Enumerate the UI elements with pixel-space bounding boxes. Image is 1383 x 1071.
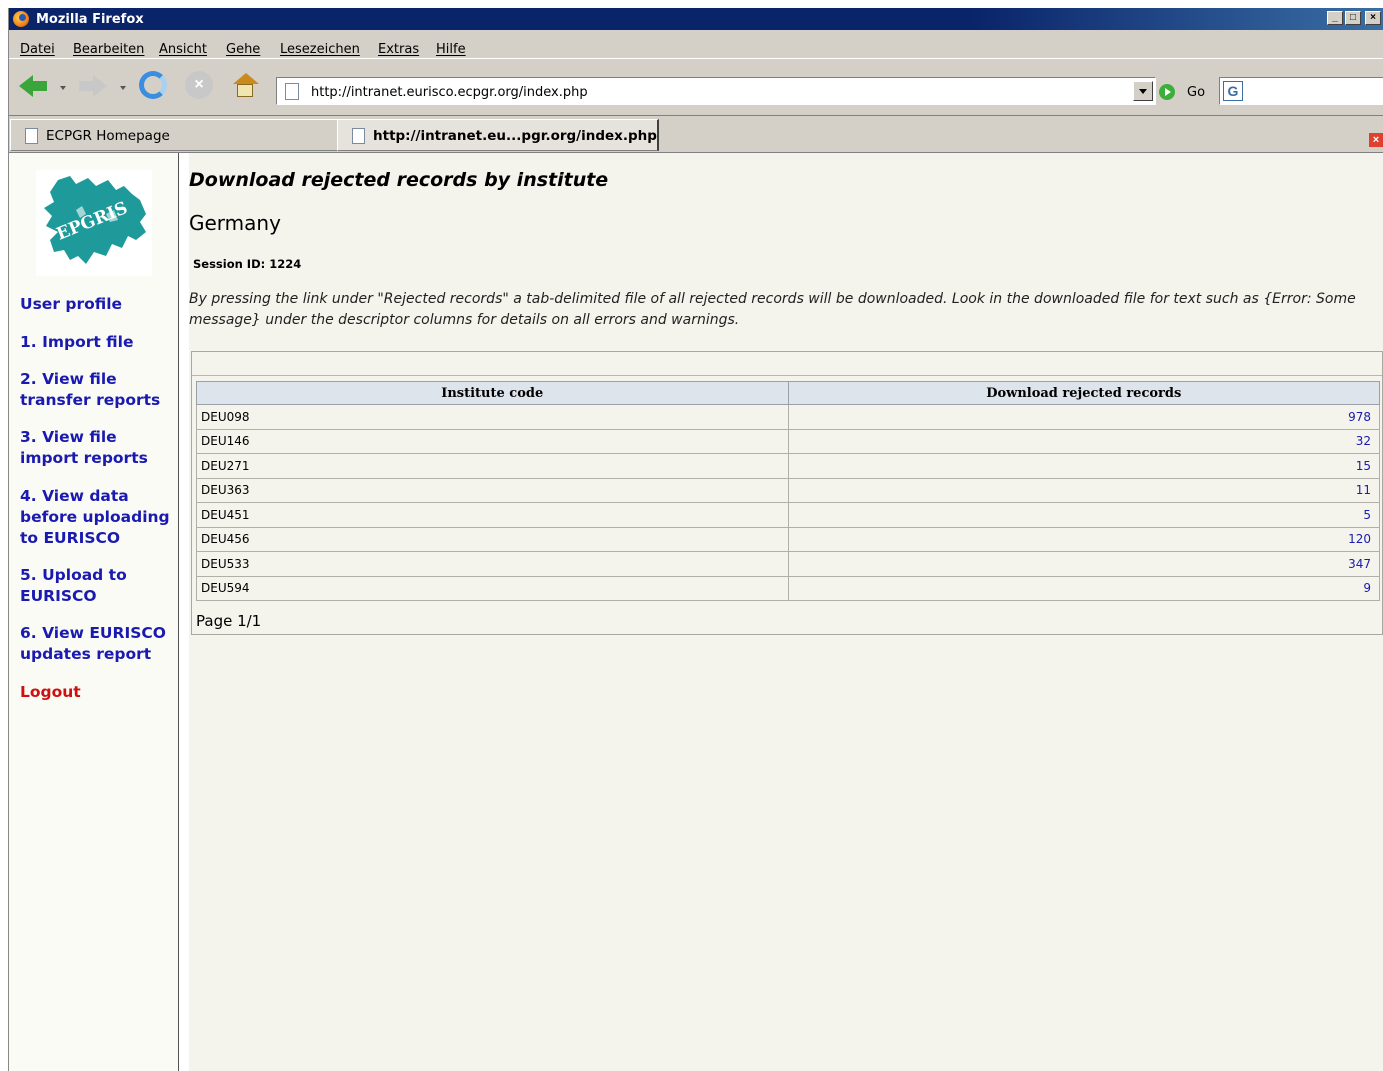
table-row: DEU451 5 — [196, 502, 1380, 528]
search-box[interactable]: G — [1219, 77, 1383, 105]
menu-hilfe[interactable]: Hilfe — [436, 42, 466, 57]
institute-code-cell: DEU098 — [196, 404, 789, 430]
pagination-label: Page 1/1 — [196, 612, 262, 630]
menu-ansicht[interactable]: Ansicht — [159, 42, 207, 57]
menu-datei[interactable]: Datei — [20, 42, 55, 57]
menu-gehe[interactable]: Gehe — [226, 42, 260, 57]
menu-bearbeiten[interactable]: Bearbeiten — [73, 42, 144, 57]
institute-code-cell: DEU146 — [196, 428, 789, 454]
forward-button[interactable] — [77, 71, 107, 99]
tab-label: ECPGR Homepage — [46, 128, 170, 144]
menu-lesezeichen[interactable]: Lesezeichen — [280, 42, 360, 57]
institute-code-cell: DEU451 — [196, 502, 789, 528]
sidebar-link-file-import-reports[interactable]: 3. View file import reports — [20, 427, 175, 469]
download-link[interactable]: 15 — [787, 453, 1380, 479]
menu-bar: Datei Bearbeiten Ansicht Gehe Lesezeiche… — [9, 30, 1383, 58]
download-link[interactable]: 978 — [787, 404, 1380, 430]
institute-code-cell: DEU271 — [196, 453, 789, 479]
country-heading: Germany — [189, 211, 281, 235]
institute-code-cell: DEU456 — [196, 526, 789, 552]
minimize-button[interactable]: _ — [1327, 11, 1343, 25]
url-history-dropdown[interactable] — [1133, 81, 1153, 101]
sidebar-link-view-data[interactable]: 4. View data before uploading to EURISCO — [20, 486, 175, 549]
menu-extras[interactable]: Extras — [378, 42, 419, 57]
go-button[interactable]: Go — [1187, 85, 1205, 100]
description-text: By pressing the link under "Rejected rec… — [189, 291, 1356, 328]
page-icon — [285, 83, 299, 100]
page-icon — [25, 128, 38, 144]
table-row: DEU271 15 — [196, 453, 1380, 479]
download-link[interactable]: 120 — [787, 526, 1380, 552]
page-icon — [352, 128, 365, 144]
go-icon[interactable] — [1159, 84, 1175, 100]
url-input[interactable] — [311, 85, 1111, 100]
back-arrow-icon — [19, 75, 47, 97]
home-button[interactable] — [231, 71, 259, 99]
sidebar-link-upload[interactable]: 5. Upload to EURISCO — [20, 565, 175, 607]
sidebar-link-user-profile[interactable]: User profile — [20, 294, 175, 315]
table-row: DEU456 120 — [196, 526, 1380, 552]
tab-intranet[interactable]: http://intranet.eu...pgr.org/index.php — [337, 119, 659, 151]
column-header-download[interactable]: Download rejected records — [787, 381, 1380, 405]
download-link[interactable]: 11 — [787, 477, 1380, 503]
sidebar: EPGRIS User profile 1. Import file 2. Vi… — [9, 153, 179, 1071]
forward-arrow-icon — [79, 75, 107, 97]
table-header-row: Institute code Download rejected records — [196, 381, 1380, 405]
back-history-dropdown-icon[interactable] — [60, 86, 66, 90]
session-id: Session ID: 1224 — [193, 257, 302, 271]
google-search-icon[interactable]: G — [1223, 81, 1243, 101]
tab-ecpgr-homepage[interactable]: ECPGR Homepage — [10, 119, 338, 151]
download-link[interactable]: 347 — [787, 551, 1380, 577]
maximize-button[interactable]: □ — [1345, 11, 1361, 25]
navigation-toolbar: × Go G — [9, 58, 1383, 116]
close-button[interactable]: × — [1365, 11, 1381, 25]
main-panel: Download rejected records by institute G… — [189, 153, 1383, 1071]
europe-map-logo-icon: EPGRIS — [44, 176, 146, 264]
firefox-icon — [13, 11, 29, 27]
address-bar[interactable] — [276, 77, 1156, 105]
back-button[interactable] — [19, 71, 47, 99]
tab-bar: ECPGR Homepage http://intranet.eu...pgr.… — [9, 116, 1383, 153]
title-bar: Mozilla Firefox _ □ × — [9, 8, 1383, 30]
institute-code-cell: DEU533 — [196, 551, 789, 577]
sidebar-link-logout[interactable]: Logout — [20, 682, 175, 703]
reload-icon[interactable] — [139, 71, 167, 99]
table-row: DEU363 11 — [196, 477, 1380, 503]
table-row: DEU098 978 — [196, 404, 1380, 430]
sidebar-link-file-transfer-reports[interactable]: 2. View file transfer reports — [20, 369, 175, 411]
forward-history-dropdown-icon[interactable] — [120, 86, 126, 90]
sidebar-link-import-file[interactable]: 1. Import file — [20, 332, 175, 353]
home-icon — [233, 73, 259, 84]
rejected-records-table: Institute code Download rejected records… — [196, 381, 1380, 601]
page-content: EPGRIS User profile 1. Import file 2. Vi… — [9, 153, 1383, 1071]
table-row: DEU146 32 — [196, 428, 1380, 454]
column-header-institute-code[interactable]: Institute code — [196, 381, 789, 405]
rejected-records-panel: Institute code Download rejected records… — [191, 351, 1383, 635]
download-link[interactable]: 9 — [787, 575, 1380, 601]
stop-icon[interactable]: × — [185, 71, 213, 99]
close-tab-icon[interactable]: × — [1369, 133, 1383, 147]
download-link[interactable]: 5 — [787, 502, 1380, 528]
eurisco-logo: EPGRIS — [36, 170, 152, 276]
download-link[interactable]: 32 — [787, 428, 1380, 454]
tab-label: http://intranet.eu...pgr.org/index.php — [373, 128, 657, 144]
table-row: DEU533 347 — [196, 551, 1380, 577]
table-row: DEU594 9 — [196, 575, 1380, 601]
institute-code-cell: DEU594 — [196, 575, 789, 601]
page-title: Download rejected records by institute — [189, 169, 609, 191]
window-title: Mozilla Firefox — [36, 12, 144, 27]
institute-code-cell: DEU363 — [196, 477, 789, 503]
browser-window: Mozilla Firefox _ □ × Datei Bearbeiten A… — [8, 8, 1383, 1071]
sidebar-link-updates-report[interactable]: 6. View EURISCO updates report — [20, 623, 175, 665]
panel-header — [192, 352, 1382, 376]
